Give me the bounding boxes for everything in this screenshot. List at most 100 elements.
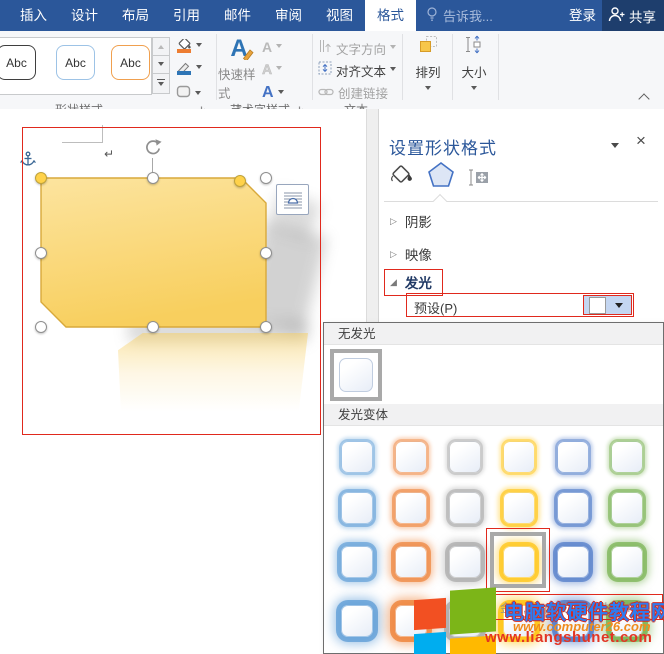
gallery-more-button[interactable] [152,73,170,94]
layout-properties-tab-icon[interactable] [467,167,490,193]
ribbon-tab-bar: 插入 设计 布局 引用 邮件 审阅 视图 格式 告诉我... 登录 共享 [0,0,664,31]
rotation-handle-icon[interactable] [143,138,163,163]
glow-variant-accent-2-orange-level3[interactable] [395,546,427,578]
gallery-scroll-up-button[interactable] [152,37,170,56]
share-button[interactable]: 共享 [602,0,664,31]
quick-styles-label: 快速样式 [218,68,256,101]
shape-outline-icon [176,61,192,75]
preset-label: 预设(P) [414,301,458,316]
glow-variant-accent-4-gold-level1[interactable] [503,441,535,473]
gallery-scroll [152,37,170,95]
glow-variant-accent-5-dark-blue-level2[interactable] [557,492,589,524]
no-glow-swatch[interactable] [339,358,373,392]
fill-line-tab-icon[interactable] [389,164,415,193]
glow-variants-header: 发光变体 [324,404,663,426]
glow-variant-accent-6-green-level1[interactable] [611,441,643,473]
glow-variant-accent-5-dark-blue-level3[interactable] [557,546,589,578]
glow-variant-accent-2-orange-level4[interactable] [395,605,427,637]
resize-handle-right[interactable] [260,247,272,259]
text-group-item-创建链接[interactable]: 创建链接 [318,83,388,102]
annotation-rectangle-tooltip [493,594,663,620]
tab-视图[interactable]: 视图 [314,0,365,31]
adjust-handle-snip[interactable] [234,175,246,187]
resize-handle-bottom-right[interactable] [260,321,272,333]
shape-fill-icon [176,39,192,53]
glow-variant-accent-6-green-level3[interactable] [611,546,643,578]
arrange-button[interactable]: 排列 [406,35,450,93]
tab-审阅[interactable]: 审阅 [263,0,314,31]
pane-menu-arrow-icon[interactable] [611,143,619,152]
pane-section-label: 映像 [404,248,432,263]
glow-variant-accent-1-blue-level2[interactable] [341,492,373,524]
tell-me[interactable]: 告诉我... [426,0,493,31]
tab-设计[interactable]: 设计 [59,0,110,31]
size-button[interactable]: 大小 [454,35,494,93]
preset-dropdown-button[interactable] [583,295,632,315]
text-group-item-文字方向[interactable]: 文字方向 [318,39,397,58]
annotation-rectangle-selected-glow [486,528,550,592]
shape-effects-button[interactable] [176,85,201,103]
tell-me-label: 告诉我... [443,9,493,24]
resize-handle-bottom[interactable] [147,321,159,333]
text-fill-icon: A [262,39,273,55]
pane-section-阴影[interactable]: ▷ 阴影 [390,211,432,231]
lightbulb-icon [426,6,438,25]
shape-style-preset-2[interactable]: Abc [56,45,95,80]
arrange-icon [419,35,438,59]
shape-style-preset-3[interactable]: Abc [111,45,150,80]
shape-fill-button[interactable] [176,39,202,53]
shape-outline-button[interactable] [176,61,202,75]
pane-close-icon[interactable]: × [636,131,646,151]
share-label: 共享 [629,9,656,25]
glow-variant-accent-3-gray-level1[interactable] [449,441,481,473]
glow-variant-accent-1-blue-level3[interactable] [341,546,373,578]
tab-布局[interactable]: 布局 [110,0,161,31]
align-text-icon [318,61,332,80]
effects-tab-icon[interactable] [427,161,455,193]
glow-variant-accent-1-blue-level4[interactable] [341,605,373,637]
expanded-triangle-icon: ◢ [390,276,397,287]
collapse-ribbon-button[interactable] [638,93,650,105]
pane-section-映像[interactable]: ▷ 映像 [390,244,432,264]
ribbon-tabs: 插入 设计 布局 引用 邮件 审阅 视图 格式 [0,0,416,31]
shape-styles-gallery: Abc Abc Abc [0,37,152,95]
text-effects-button[interactable]: A [262,84,284,102]
glow-variant-accent-3-gray-level3[interactable] [449,546,481,578]
resize-handle-bottom-left[interactable] [35,321,47,333]
tab-邮件[interactable]: 邮件 [212,0,263,31]
glow-variant-accent-3-gray-level2[interactable] [449,492,481,524]
gallery-scroll-down-button[interactable] [152,55,170,74]
glow-variant-accent-1-blue-level1[interactable] [341,441,373,473]
adjust-handle[interactable] [35,172,47,184]
tab-格式[interactable]: 格式 [365,0,416,31]
document-area[interactable]: ↵ [0,109,366,654]
arrange-label: 排列 [415,66,441,80]
sign-in-button[interactable]: 登录 [569,0,596,31]
text-group-item-对齐文本[interactable]: 对齐文本 [318,61,397,80]
text-outline-button[interactable]: A [262,61,283,77]
tab-caret-notch [432,193,448,209]
glow-preset-row: 预设(P) [406,293,634,317]
layout-options-button[interactable] [276,184,309,215]
collapsed-triangle-icon: ▷ [390,248,397,259]
resize-handle-left[interactable] [35,247,47,259]
resize-handle-top[interactable] [147,172,159,184]
tab-插入[interactable]: 插入 [8,0,59,31]
resize-handle-top-right[interactable] [260,172,272,184]
ribbon: AbcAbcAbc 形状样式 [0,31,664,117]
no-glow-selected-frame[interactable] [330,349,382,401]
shape-effects-icon [176,85,191,103]
size-icon [464,35,484,59]
shape-style-preset-1[interactable]: Abc [0,45,36,80]
text-fill-button[interactable]: A [262,39,283,55]
tab-引用[interactable]: 引用 [161,0,212,31]
glow-variant-accent-5-dark-blue-level1[interactable] [557,441,589,473]
glow-variant-accent-3-gray-level4[interactable] [449,605,481,637]
no-glow-header: 无发光 [324,323,663,345]
glow-variant-accent-6-green-level2[interactable] [611,492,643,524]
glow-variant-accent-2-orange-level2[interactable] [395,492,427,524]
glow-variant-accent-2-orange-level1[interactable] [395,441,427,473]
pane-section-发光[interactable]: ◢ 发光 [384,269,443,296]
pane-title: 设置形状格式 [389,139,497,158]
glow-variant-accent-4-gold-level2[interactable] [503,492,535,524]
